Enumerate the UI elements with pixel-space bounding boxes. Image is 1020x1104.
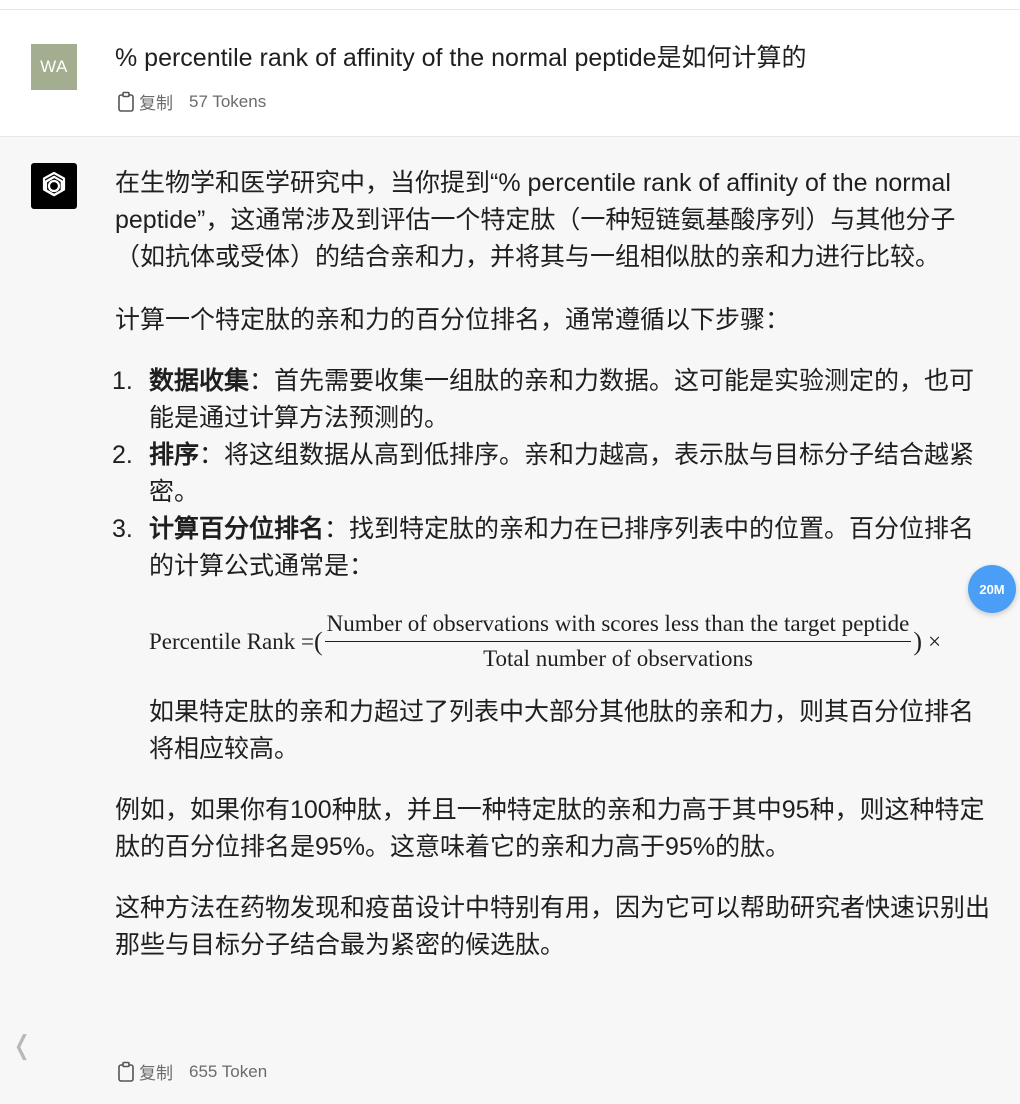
floating-badge[interactable]: 20M (968, 565, 1016, 613)
clipboard-icon (118, 91, 134, 112)
list-number: 3. (112, 515, 133, 543)
copy-label: 复制 (139, 94, 173, 113)
formula-denominator: Total number of observations (483, 646, 753, 671)
formula-lhs: Percentile Rank = (149, 629, 314, 654)
assistant-avatar (31, 163, 77, 209)
list-item: 3. 计算百分位排名：找到特定肽的亲和力在已排序列表中的位置。百分位排名的计算公式… (112, 511, 995, 585)
copy-button[interactable]: 复制 (117, 1059, 173, 1084)
paragraph-intro: 在生物学和医学研究中，当你提到“% percentile rank of aff… (115, 169, 956, 271)
assistant-content: 在生物学和医学研究中，当你提到“% percentile rank of aff… (112, 165, 995, 964)
assistant-message: 在生物学和医学研究中，当你提到“% percentile rank of aff… (0, 137, 1020, 1104)
clipboard-icon (118, 1061, 134, 1082)
list-number: 2. (112, 441, 133, 469)
list-item: 2. 排序：将这组数据从高到低排序。亲和力越高，表示肽与目标分子结合越紧密。 (112, 437, 995, 511)
formula-close-paren: ) (913, 627, 923, 656)
top-divider (0, 0, 1020, 10)
formula-numerator: Number of observations with scores less … (324, 611, 912, 642)
percentile-formula: Percentile Rank = ( Number of observatio… (149, 611, 995, 672)
step-title: 计算百分位排名 (149, 515, 325, 543)
paragraph-after-formula: 如果特定肽的亲和力超过了列表中大部分其他肽的亲和力，则其百分位排名将相应较高。 (149, 698, 975, 763)
user-avatar: WA (31, 44, 77, 90)
user-message-meta: 复制 57 Tokens (117, 89, 266, 114)
list-item: 1. 数据收集：首先需要收集一组肽的亲和力数据。这可能是实验测定的，也可能是通过计… (112, 363, 995, 437)
collapse-arrow-icon[interactable]: ❬ (11, 1030, 33, 1061)
paragraph-steps-intro: 计算一个特定肽的亲和力的百分位排名，通常遵循以下步骤： (115, 306, 791, 334)
step-title: 数据收集 (149, 367, 250, 395)
openai-logo-icon (42, 171, 66, 197)
steps-list: 1. 数据收集：首先需要收集一组肽的亲和力数据。这可能是实验测定的，也可能是通过计… (112, 363, 995, 585)
formula-fraction: Number of observations with scores less … (324, 611, 912, 672)
token-count: 655 Token (189, 1061, 268, 1081)
copy-button[interactable]: 复制 (117, 89, 173, 114)
step-title: 排序 (149, 441, 200, 469)
formula-open-paren: ( (313, 627, 323, 656)
step-text: ：首先需要收集一组肽的亲和力数据。这可能是实验测定的，也可能是通过计算方法预测的… (149, 367, 975, 432)
assistant-message-meta: 复制 655 Token (117, 1059, 267, 1084)
copy-label: 复制 (139, 1064, 173, 1083)
formula-times: × (928, 629, 942, 654)
user-message: WA % percentile rank of affinity of the … (0, 10, 1020, 137)
user-message-text: % percentile rank of affinity of the nor… (115, 44, 807, 72)
step-text: ：将这组数据从高到低排序。亲和力越高，表示肽与目标分子结合越紧密。 (149, 441, 975, 506)
paragraph-example: 例如，如果你有100种肽，并且一种特定肽的亲和力高于其中95种，则这种特定肽的百… (115, 796, 985, 861)
paragraph-conclusion: 这种方法在药物发现和疫苗设计中特别有用，因为它可以帮助研究者快速识别出那些与目标… (115, 894, 991, 959)
list-number: 1. (112, 367, 133, 395)
token-count: 57 Tokens (189, 91, 267, 111)
